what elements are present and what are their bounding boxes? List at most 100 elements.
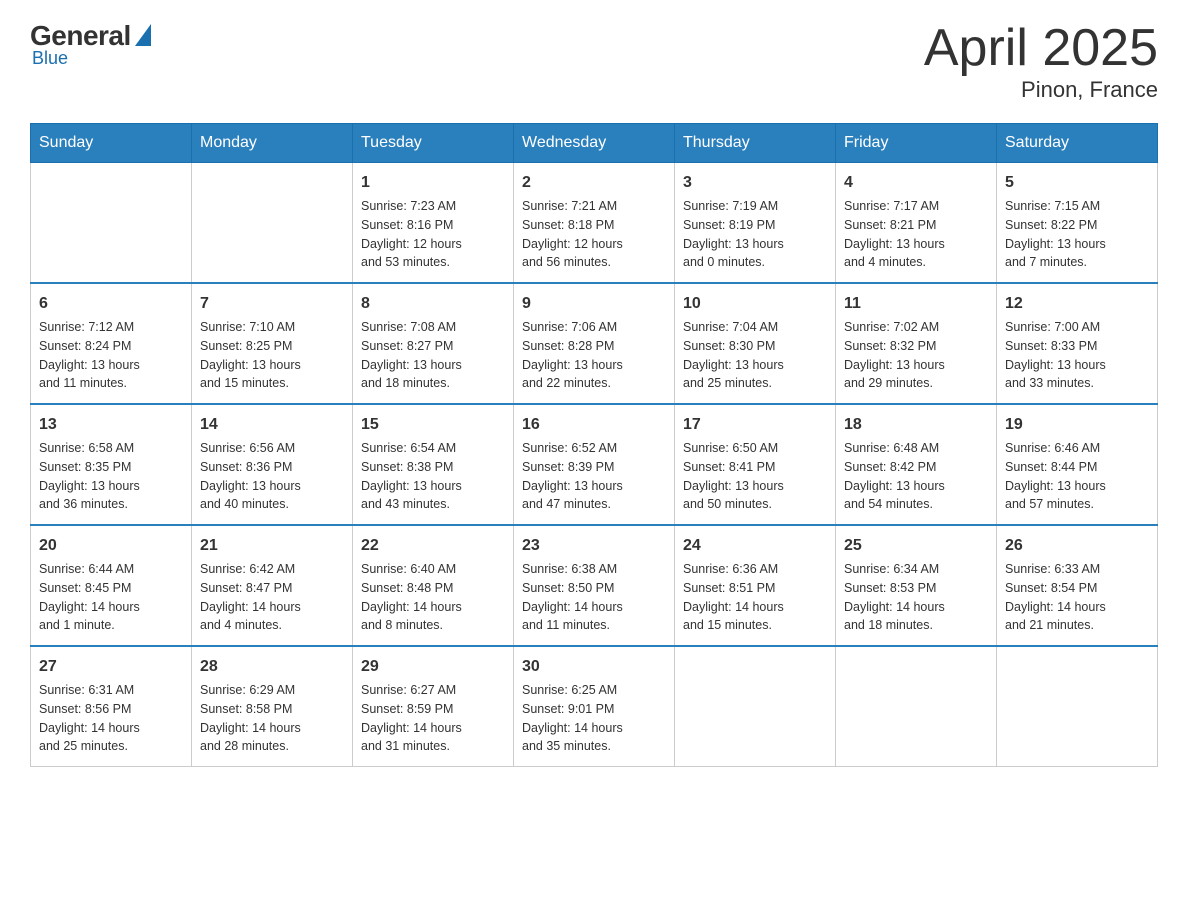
day-number: 20	[39, 534, 183, 558]
calendar-cell: 1Sunrise: 7:23 AMSunset: 8:16 PMDaylight…	[353, 163, 514, 284]
day-number: 16	[522, 413, 666, 437]
calendar-cell: 2Sunrise: 7:21 AMSunset: 8:18 PMDaylight…	[514, 163, 675, 284]
calendar-cell: 26Sunrise: 6:33 AMSunset: 8:54 PMDayligh…	[997, 525, 1158, 646]
day-info: Sunrise: 6:31 AMSunset: 8:56 PMDaylight:…	[39, 681, 183, 756]
day-number: 14	[200, 413, 344, 437]
calendar-cell: 18Sunrise: 6:48 AMSunset: 8:42 PMDayligh…	[836, 404, 997, 525]
day-number: 19	[1005, 413, 1149, 437]
day-number: 2	[522, 171, 666, 195]
day-number: 27	[39, 655, 183, 679]
calendar-week-row: 6Sunrise: 7:12 AMSunset: 8:24 PMDaylight…	[31, 283, 1158, 404]
day-number: 26	[1005, 534, 1149, 558]
calendar-cell: 14Sunrise: 6:56 AMSunset: 8:36 PMDayligh…	[192, 404, 353, 525]
calendar-cell	[192, 163, 353, 284]
calendar-cell: 27Sunrise: 6:31 AMSunset: 8:56 PMDayligh…	[31, 646, 192, 767]
logo-blue-text: Blue	[32, 48, 68, 69]
calendar-cell: 29Sunrise: 6:27 AMSunset: 8:59 PMDayligh…	[353, 646, 514, 767]
calendar-cell: 16Sunrise: 6:52 AMSunset: 8:39 PMDayligh…	[514, 404, 675, 525]
calendar-cell: 8Sunrise: 7:08 AMSunset: 8:27 PMDaylight…	[353, 283, 514, 404]
day-info: Sunrise: 6:48 AMSunset: 8:42 PMDaylight:…	[844, 439, 988, 514]
day-number: 21	[200, 534, 344, 558]
logo: General Blue	[30, 20, 151, 69]
day-number: 9	[522, 292, 666, 316]
day-info: Sunrise: 6:44 AMSunset: 8:45 PMDaylight:…	[39, 560, 183, 635]
day-info: Sunrise: 6:52 AMSunset: 8:39 PMDaylight:…	[522, 439, 666, 514]
calendar-header: SundayMondayTuesdayWednesdayThursdayFrid…	[31, 124, 1158, 163]
day-number: 3	[683, 171, 827, 195]
title-block: April 2025 Pinon, France	[924, 20, 1158, 103]
calendar-week-row: 1Sunrise: 7:23 AMSunset: 8:16 PMDaylight…	[31, 163, 1158, 284]
calendar-cell: 20Sunrise: 6:44 AMSunset: 8:45 PMDayligh…	[31, 525, 192, 646]
calendar-cell	[675, 646, 836, 767]
day-number: 18	[844, 413, 988, 437]
day-number: 15	[361, 413, 505, 437]
day-number: 7	[200, 292, 344, 316]
day-number: 13	[39, 413, 183, 437]
calendar-cell: 3Sunrise: 7:19 AMSunset: 8:19 PMDaylight…	[675, 163, 836, 284]
calendar-cell: 21Sunrise: 6:42 AMSunset: 8:47 PMDayligh…	[192, 525, 353, 646]
day-number: 22	[361, 534, 505, 558]
calendar-week-row: 20Sunrise: 6:44 AMSunset: 8:45 PMDayligh…	[31, 525, 1158, 646]
calendar-cell: 25Sunrise: 6:34 AMSunset: 8:53 PMDayligh…	[836, 525, 997, 646]
calendar-cell	[31, 163, 192, 284]
day-info: Sunrise: 6:46 AMSunset: 8:44 PMDaylight:…	[1005, 439, 1149, 514]
day-info: Sunrise: 6:56 AMSunset: 8:36 PMDaylight:…	[200, 439, 344, 514]
day-number: 4	[844, 171, 988, 195]
weekday-header-wednesday: Wednesday	[514, 124, 675, 163]
day-number: 25	[844, 534, 988, 558]
day-info: Sunrise: 7:06 AMSunset: 8:28 PMDaylight:…	[522, 318, 666, 393]
day-info: Sunrise: 6:29 AMSunset: 8:58 PMDaylight:…	[200, 681, 344, 756]
day-number: 24	[683, 534, 827, 558]
weekday-header-thursday: Thursday	[675, 124, 836, 163]
weekday-header-tuesday: Tuesday	[353, 124, 514, 163]
day-info: Sunrise: 6:50 AMSunset: 8:41 PMDaylight:…	[683, 439, 827, 514]
calendar-week-row: 13Sunrise: 6:58 AMSunset: 8:35 PMDayligh…	[31, 404, 1158, 525]
weekday-header-sunday: Sunday	[31, 124, 192, 163]
day-number: 28	[200, 655, 344, 679]
calendar-cell: 6Sunrise: 7:12 AMSunset: 8:24 PMDaylight…	[31, 283, 192, 404]
day-number: 10	[683, 292, 827, 316]
day-info: Sunrise: 7:00 AMSunset: 8:33 PMDaylight:…	[1005, 318, 1149, 393]
calendar-cell: 24Sunrise: 6:36 AMSunset: 8:51 PMDayligh…	[675, 525, 836, 646]
calendar-title: April 2025	[924, 20, 1158, 77]
day-info: Sunrise: 6:33 AMSunset: 8:54 PMDaylight:…	[1005, 560, 1149, 635]
calendar-subtitle: Pinon, France	[924, 77, 1158, 103]
day-number: 29	[361, 655, 505, 679]
day-number: 12	[1005, 292, 1149, 316]
calendar-cell	[997, 646, 1158, 767]
day-info: Sunrise: 7:08 AMSunset: 8:27 PMDaylight:…	[361, 318, 505, 393]
day-number: 30	[522, 655, 666, 679]
day-info: Sunrise: 7:19 AMSunset: 8:19 PMDaylight:…	[683, 197, 827, 272]
day-info: Sunrise: 6:27 AMSunset: 8:59 PMDaylight:…	[361, 681, 505, 756]
logo-triangle-icon	[135, 24, 151, 46]
day-number: 6	[39, 292, 183, 316]
day-info: Sunrise: 6:38 AMSunset: 8:50 PMDaylight:…	[522, 560, 666, 635]
calendar-cell: 11Sunrise: 7:02 AMSunset: 8:32 PMDayligh…	[836, 283, 997, 404]
weekday-header-saturday: Saturday	[997, 124, 1158, 163]
weekday-header-monday: Monday	[192, 124, 353, 163]
calendar-cell: 10Sunrise: 7:04 AMSunset: 8:30 PMDayligh…	[675, 283, 836, 404]
day-info: Sunrise: 7:23 AMSunset: 8:16 PMDaylight:…	[361, 197, 505, 272]
day-info: Sunrise: 6:34 AMSunset: 8:53 PMDaylight:…	[844, 560, 988, 635]
page-header: General Blue April 2025 Pinon, France	[30, 20, 1158, 103]
calendar-cell: 12Sunrise: 7:00 AMSunset: 8:33 PMDayligh…	[997, 283, 1158, 404]
calendar-body: 1Sunrise: 7:23 AMSunset: 8:16 PMDaylight…	[31, 163, 1158, 767]
calendar-cell: 7Sunrise: 7:10 AMSunset: 8:25 PMDaylight…	[192, 283, 353, 404]
calendar-week-row: 27Sunrise: 6:31 AMSunset: 8:56 PMDayligh…	[31, 646, 1158, 767]
day-info: Sunrise: 6:25 AMSunset: 9:01 PMDaylight:…	[522, 681, 666, 756]
day-info: Sunrise: 6:58 AMSunset: 8:35 PMDaylight:…	[39, 439, 183, 514]
calendar-cell: 9Sunrise: 7:06 AMSunset: 8:28 PMDaylight…	[514, 283, 675, 404]
day-number: 8	[361, 292, 505, 316]
day-info: Sunrise: 6:36 AMSunset: 8:51 PMDaylight:…	[683, 560, 827, 635]
day-info: Sunrise: 7:17 AMSunset: 8:21 PMDaylight:…	[844, 197, 988, 272]
calendar-cell: 15Sunrise: 6:54 AMSunset: 8:38 PMDayligh…	[353, 404, 514, 525]
day-info: Sunrise: 7:12 AMSunset: 8:24 PMDaylight:…	[39, 318, 183, 393]
weekday-header-friday: Friday	[836, 124, 997, 163]
day-number: 5	[1005, 171, 1149, 195]
day-info: Sunrise: 7:02 AMSunset: 8:32 PMDaylight:…	[844, 318, 988, 393]
calendar-cell: 13Sunrise: 6:58 AMSunset: 8:35 PMDayligh…	[31, 404, 192, 525]
calendar-cell	[836, 646, 997, 767]
calendar-cell: 17Sunrise: 6:50 AMSunset: 8:41 PMDayligh…	[675, 404, 836, 525]
day-number: 11	[844, 292, 988, 316]
calendar-cell: 4Sunrise: 7:17 AMSunset: 8:21 PMDaylight…	[836, 163, 997, 284]
